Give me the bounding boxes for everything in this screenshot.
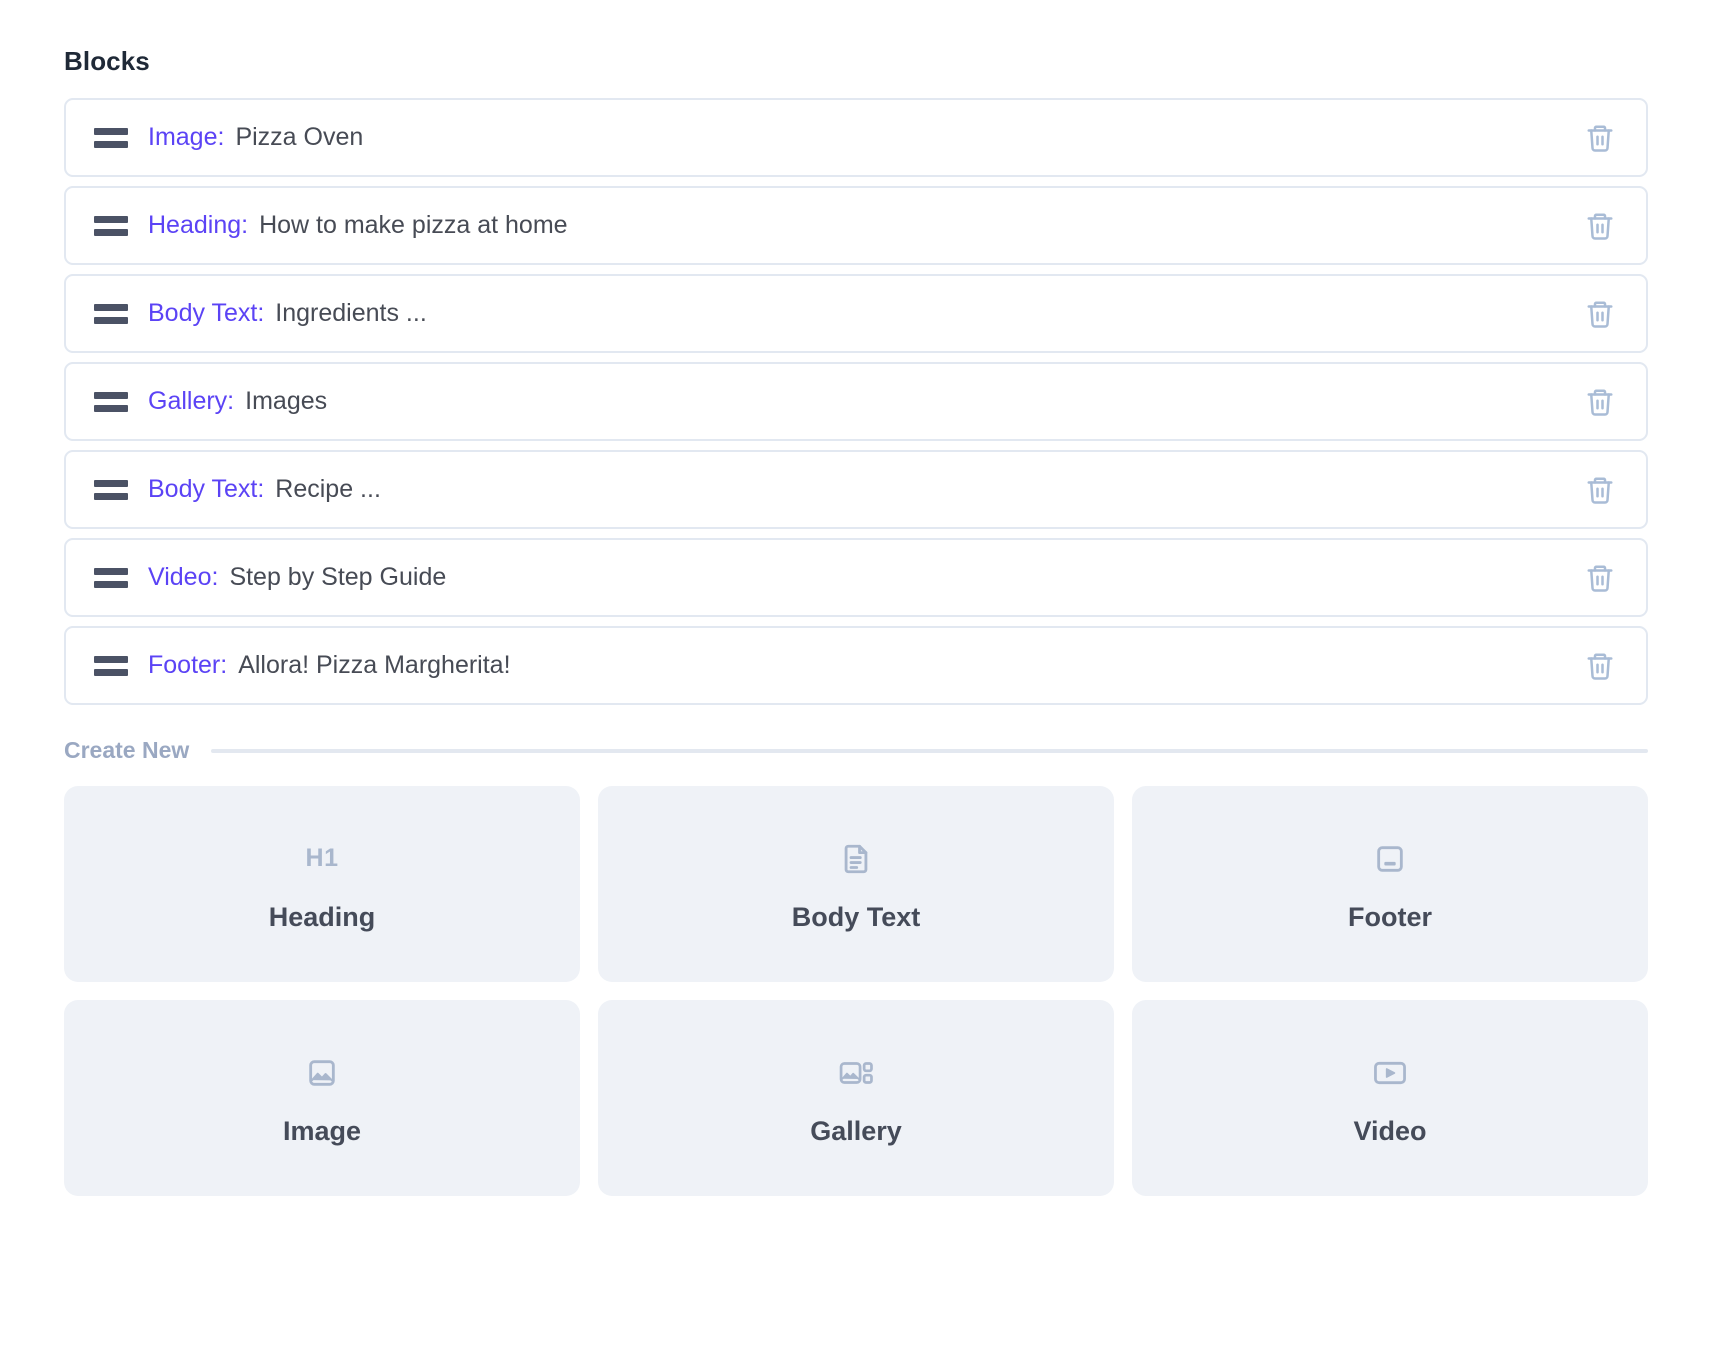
drag-handle-icon[interactable] <box>94 303 128 325</box>
block-row[interactable]: Gallery: Images <box>64 362 1648 441</box>
delete-block-button[interactable] <box>1580 116 1620 160</box>
gallery-icon <box>837 1050 875 1096</box>
block-type-label: Body Text: <box>148 299 265 327</box>
block-row-text: Gallery: Images <box>148 387 1580 416</box>
create-body-text-card[interactable]: Body Text <box>598 786 1114 982</box>
image-icon <box>305 1050 339 1096</box>
block-row[interactable]: Video: Step by Step Guide <box>64 538 1648 617</box>
drag-handle-icon[interactable] <box>94 479 128 501</box>
block-row-text: Image: Pizza Oven <box>148 123 1580 152</box>
block-value-label: Recipe ... <box>275 475 381 503</box>
block-row-text: Heading: How to make pizza at home <box>148 211 1580 240</box>
block-row[interactable]: Body Text: Recipe ... <box>64 450 1648 529</box>
create-card-label: Heading <box>268 901 376 932</box>
delete-block-button[interactable] <box>1580 292 1620 336</box>
block-type-label: Video: <box>148 563 219 591</box>
trash-icon <box>1587 565 1613 592</box>
blocks-list: Image: Pizza Oven Heading: How to make p… <box>64 98 1648 705</box>
block-row[interactable]: Body Text: Ingredients ... <box>64 274 1648 353</box>
h1-icon-text: H1 <box>305 844 339 872</box>
block-value-label: How to make pizza at home <box>259 211 568 239</box>
drag-handle-icon[interactable] <box>94 127 128 149</box>
create-footer-card[interactable]: Footer <box>1132 786 1648 982</box>
create-card-label: Gallery <box>810 1115 902 1146</box>
divider <box>211 748 1648 753</box>
create-new-label: Create New <box>64 737 190 763</box>
block-row-text: Body Text: Recipe ... <box>148 475 1580 504</box>
document-icon <box>839 836 873 882</box>
drag-handle-icon[interactable] <box>94 215 128 237</box>
block-row[interactable]: Footer: Allora! Pizza Margherita! <box>64 626 1648 705</box>
block-value-label: Ingredients ... <box>275 299 427 327</box>
trash-icon <box>1587 213 1613 240</box>
trash-icon <box>1587 477 1613 504</box>
block-value-label: Images <box>245 387 328 415</box>
page-title: Blocks <box>64 46 150 76</box>
block-row-text: Body Text: Ingredients ... <box>148 299 1580 328</box>
create-video-card[interactable]: Video <box>1132 1000 1648 1196</box>
block-type-label: Heading: <box>148 211 249 239</box>
block-row-text: Video: Step by Step Guide <box>148 563 1580 592</box>
drag-handle-icon[interactable] <box>94 567 128 589</box>
footer-icon <box>1373 836 1407 882</box>
video-icon <box>1372 1050 1408 1096</box>
trash-icon <box>1587 125 1613 152</box>
create-heading-card[interactable]: H1 Heading <box>64 786 580 982</box>
block-type-label: Body Text: <box>148 475 265 503</box>
trash-icon <box>1587 301 1613 328</box>
trash-icon <box>1587 653 1613 680</box>
delete-block-button[interactable] <box>1580 644 1620 688</box>
block-type-label: Gallery: <box>148 387 235 415</box>
create-new-grid: H1 Heading Body Text Footer Image Galler… <box>64 786 1648 1196</box>
create-image-card[interactable]: Image <box>64 1000 580 1196</box>
block-value-label: Step by Step Guide <box>229 563 447 591</box>
delete-block-button[interactable] <box>1580 380 1620 424</box>
block-editor-panel: Blocks Image: Pizza Oven Heading: How to… <box>0 0 1712 1356</box>
block-value-label: Pizza Oven <box>235 123 364 151</box>
drag-handle-icon[interactable] <box>94 655 128 677</box>
block-row[interactable]: Heading: How to make pizza at home <box>64 186 1648 265</box>
block-type-label: Footer: <box>148 651 228 679</box>
block-type-label: Image: <box>148 123 225 151</box>
create-card-label: Footer <box>1348 901 1432 932</box>
delete-block-button[interactable] <box>1580 468 1620 512</box>
create-gallery-card[interactable]: Gallery <box>598 1000 1114 1196</box>
block-value-label: Allora! Pizza Margherita! <box>238 651 511 679</box>
delete-block-button[interactable] <box>1580 204 1620 248</box>
drag-handle-icon[interactable] <box>94 391 128 413</box>
create-new-header: Create New <box>64 737 1648 764</box>
h1-icon: H1 <box>306 836 339 882</box>
block-row[interactable]: Image: Pizza Oven <box>64 98 1648 177</box>
create-card-label: Image <box>282 1115 362 1146</box>
delete-block-button[interactable] <box>1580 556 1620 600</box>
create-card-label: Body Text <box>791 901 921 932</box>
create-card-label: Video <box>1353 1115 1427 1146</box>
block-row-text: Footer: Allora! Pizza Margherita! <box>148 651 1580 680</box>
trash-icon <box>1587 389 1613 416</box>
